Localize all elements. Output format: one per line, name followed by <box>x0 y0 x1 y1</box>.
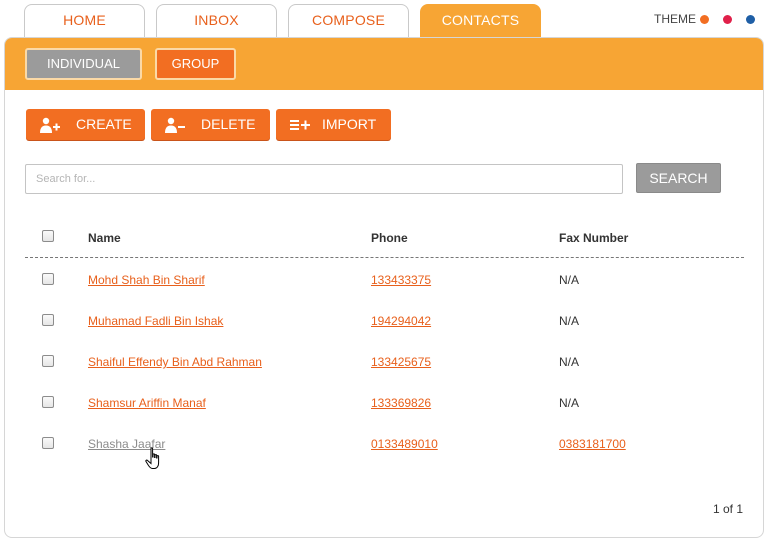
tab-home[interactable]: HOME <box>24 4 145 38</box>
tab-contacts[interactable]: CONTACTS <box>420 4 541 38</box>
create-label: CREATE <box>76 116 132 132</box>
remove-user-icon <box>165 117 185 133</box>
column-fax-header: Fax Number <box>559 231 629 245</box>
theme-blue-dot[interactable] <box>746 14 755 24</box>
contact-phone-link[interactable]: 194294042 <box>371 314 431 328</box>
table-row: Muhamad Fadli Bin Ishak 194294042 N/A <box>25 300 744 341</box>
column-name-header: Name <box>88 231 121 245</box>
contact-fax: N/A <box>559 355 580 369</box>
hand-cursor-icon <box>145 447 160 469</box>
contact-name-link[interactable]: Muhamad Fadli Bin Ishak <box>88 314 223 328</box>
table-row: Shasha Jaafar 0133489010 0383181700 <box>25 423 744 464</box>
select-all-checkbox[interactable] <box>42 230 54 242</box>
delete-label: DELETE <box>201 116 256 132</box>
row-checkbox[interactable] <box>42 314 54 326</box>
contact-fax-link[interactable]: 0383181700 <box>559 437 626 451</box>
theme-red-dot[interactable] <box>723 14 732 24</box>
contact-fax: N/A <box>559 314 580 328</box>
column-phone-header: Phone <box>371 231 408 245</box>
contact-phone-link[interactable]: 133369826 <box>371 396 431 410</box>
individual-button[interactable]: INDIVIDUAL <box>25 48 142 80</box>
delete-button[interactable]: DELETE <box>151 109 270 140</box>
add-user-icon <box>40 117 60 133</box>
table-row: Shaiful Effendy Bin Abd Rahman 133425675… <box>25 341 744 382</box>
tab-compose[interactable]: COMPOSE <box>288 4 409 38</box>
theme-picker: THEME <box>654 12 755 26</box>
contact-phone-link[interactable]: 133433375 <box>371 273 431 287</box>
table-row: Mohd Shah Bin Sharif 133433375 N/A <box>25 259 744 300</box>
import-list-icon <box>290 120 310 130</box>
tab-inbox[interactable]: INBOX <box>156 4 277 38</box>
contact-fax: N/A <box>559 396 580 410</box>
table-row: Shamsur Ariffin Manaf 133369826 N/A <box>25 382 744 423</box>
import-label: IMPORT <box>322 116 377 132</box>
create-button[interactable]: CREATE <box>26 109 145 140</box>
search-button[interactable]: SEARCH <box>636 163 721 193</box>
theme-orange-dot[interactable] <box>700 14 709 24</box>
table-header: Name Phone Fax Number <box>25 218 744 258</box>
contact-name-link[interactable]: Shaiful Effendy Bin Abd Rahman <box>88 355 262 369</box>
contact-name-link[interactable]: Shamsur Ariffin Manaf <box>88 396 206 410</box>
search-input[interactable] <box>25 164 623 194</box>
contacts-subnav: INDIVIDUAL GROUP <box>5 38 763 90</box>
theme-label: THEME <box>654 12 696 26</box>
row-checkbox[interactable] <box>42 355 54 367</box>
contact-fax: N/A <box>559 273 580 287</box>
contact-phone-link[interactable]: 133425675 <box>371 355 431 369</box>
group-button[interactable]: GROUP <box>155 48 236 80</box>
row-checkbox[interactable] <box>42 437 54 449</box>
row-checkbox[interactable] <box>42 273 54 285</box>
row-checkbox[interactable] <box>42 396 54 408</box>
import-button[interactable]: IMPORT <box>276 109 391 140</box>
contacts-panel: INDIVIDUAL GROUP CREATE DELETE IMPORT Se… <box>4 37 764 538</box>
contact-phone-link[interactable]: 0133489010 <box>371 437 438 451</box>
pagination-status: 1 of 1 <box>713 502 744 516</box>
contact-name-link[interactable]: Mohd Shah Bin Sharif <box>88 273 205 287</box>
